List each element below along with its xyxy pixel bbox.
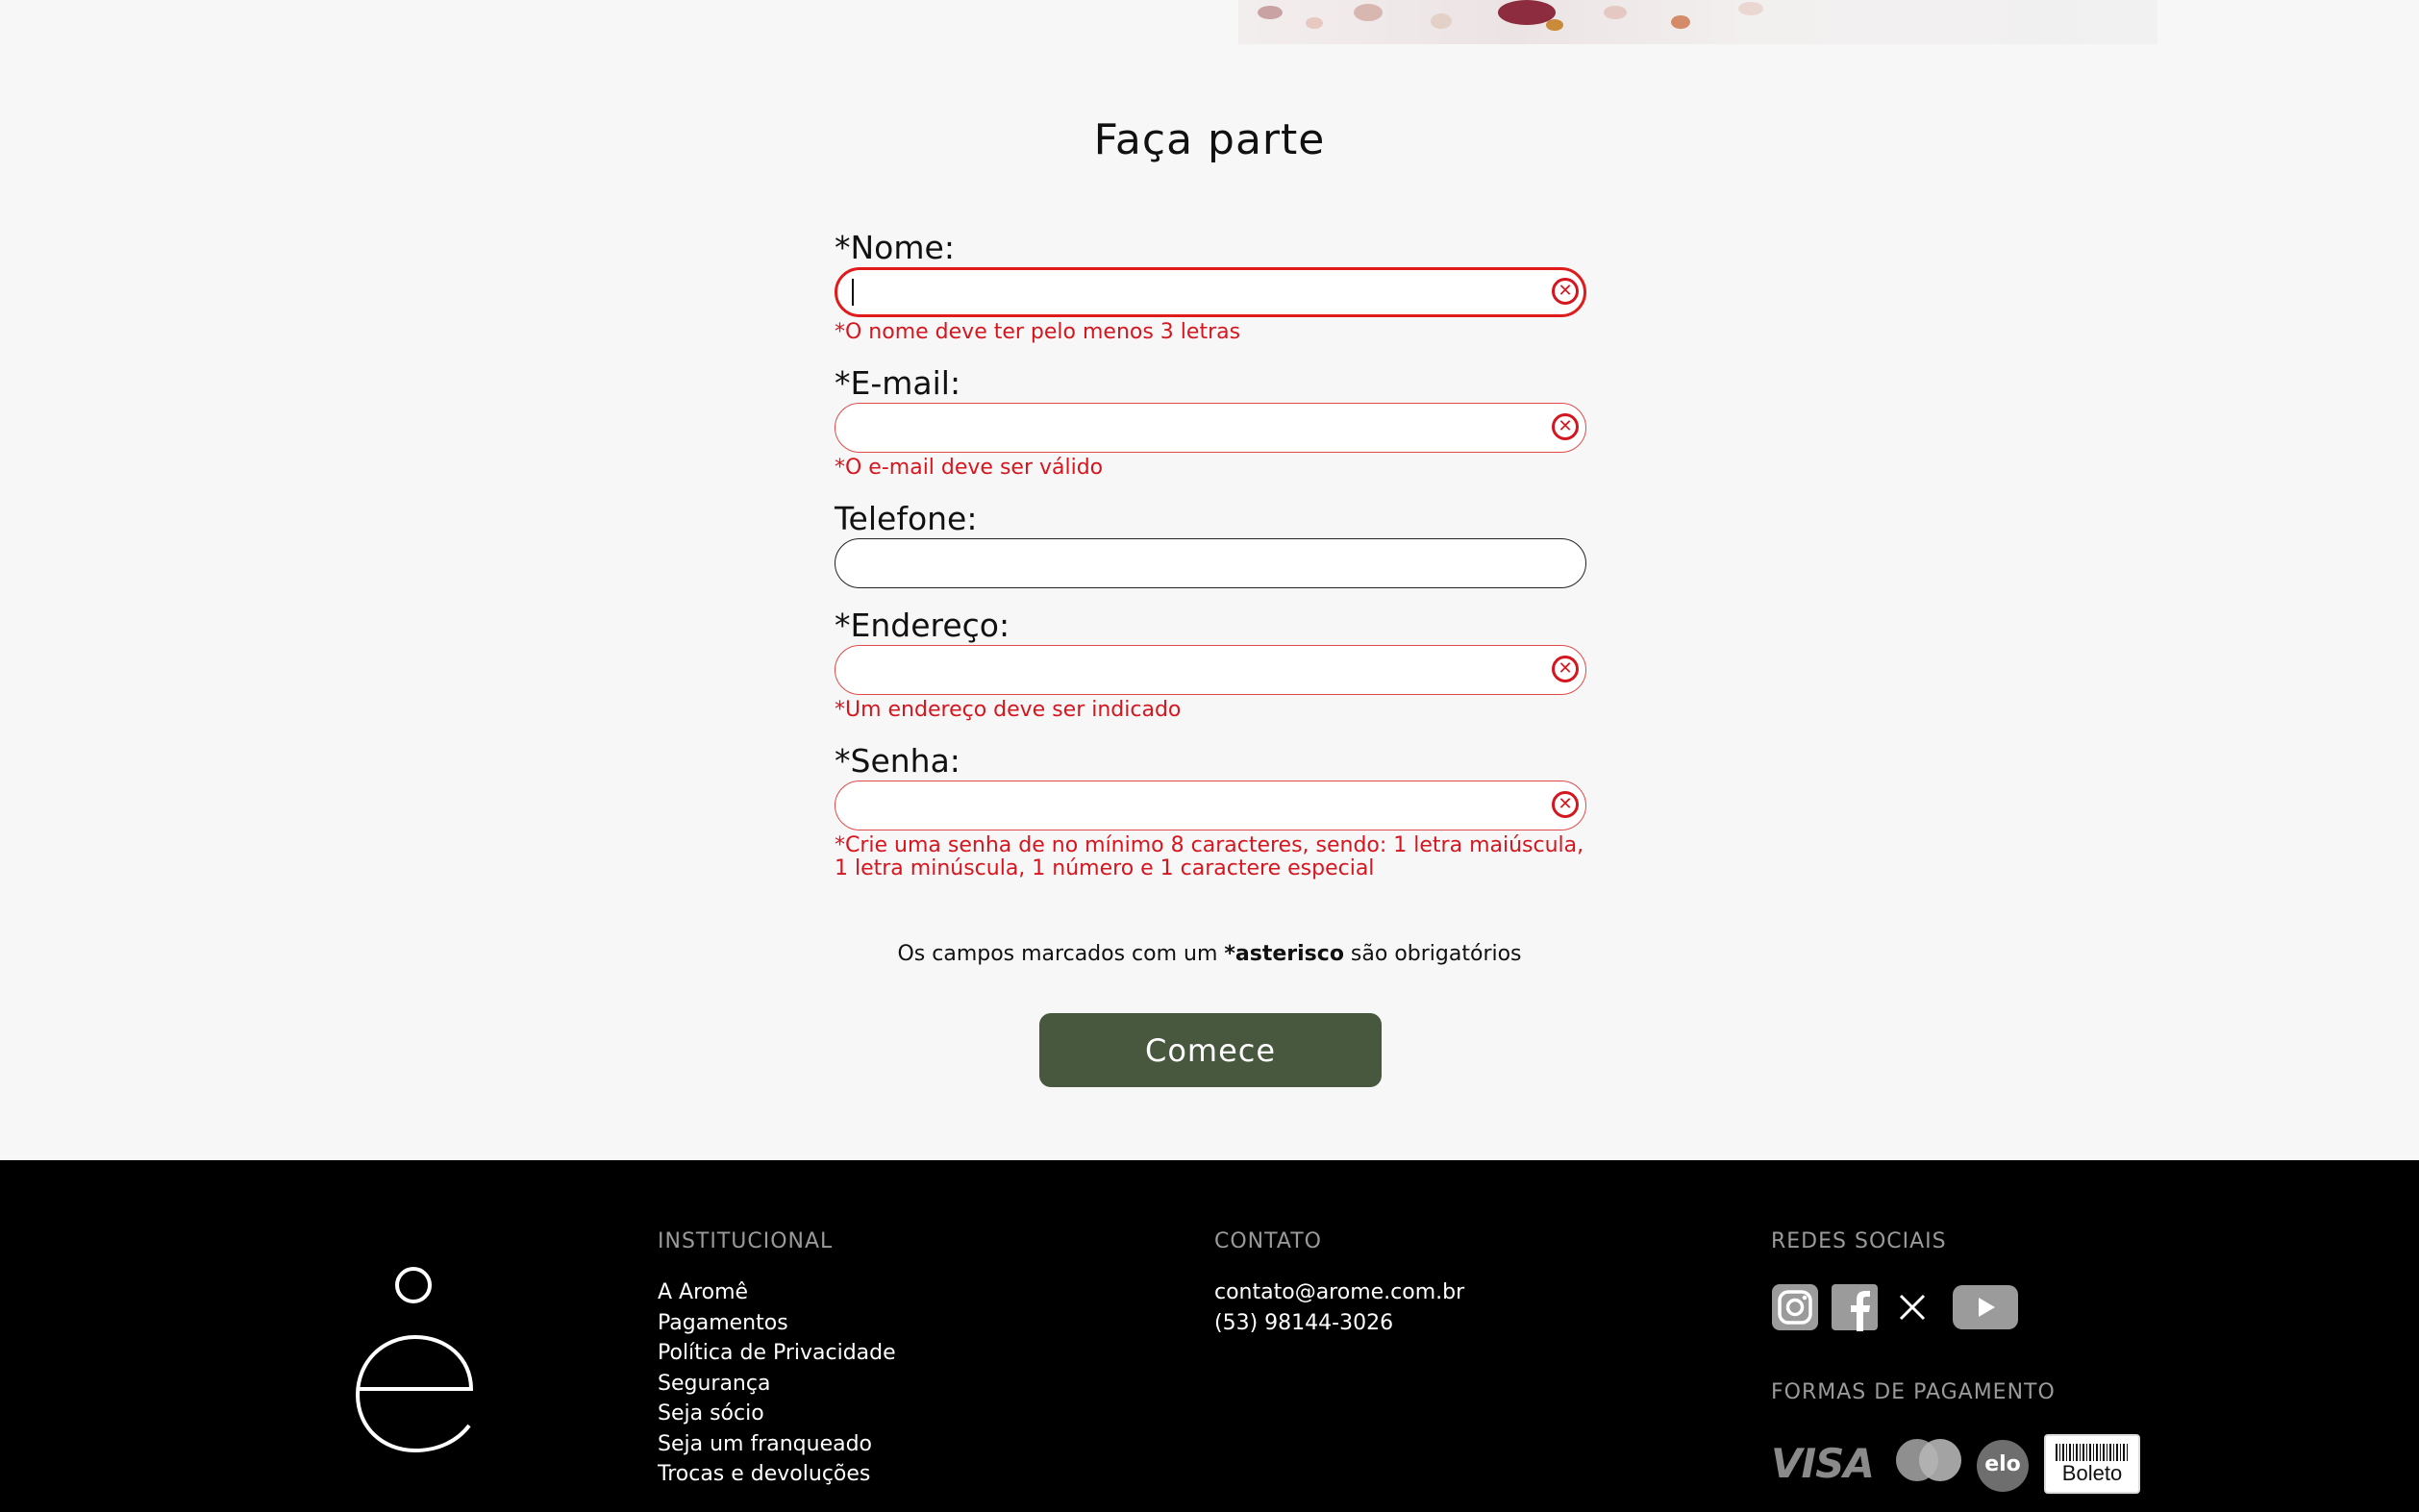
password-label: *Senha: — [835, 742, 960, 780]
footer-link-security[interactable]: Segurança — [658, 1369, 896, 1400]
required-fields-note: Os campos marcados com um *asterisco são… — [0, 942, 2419, 966]
footer-link-privacy[interactable]: Política de Privacidade — [658, 1338, 896, 1369]
text-caret — [852, 279, 854, 306]
phone-field-group: Telefone: — [835, 500, 1586, 588]
institutional-heading: INSTITUCIONAL — [658, 1229, 834, 1253]
youtube-icon[interactable] — [1952, 1283, 2019, 1331]
social-heading: REDES SOCIAIS — [1771, 1229, 1947, 1253]
phone-input[interactable] — [835, 538, 1586, 588]
name-label: *Nome: — [835, 229, 955, 266]
x-icon[interactable] — [1898, 1293, 1927, 1322]
payments-heading: FORMAS DE PAGAMENTO — [1771, 1380, 2056, 1404]
phone-label: Telefone: — [835, 500, 978, 537]
footer-link-returns[interactable]: Trocas e devoluções — [658, 1459, 896, 1490]
barcode-icon — [2056, 1444, 2129, 1461]
error-icon[interactable]: ✕ — [1552, 413, 1579, 440]
mastercard-icon — [1896, 1439, 1961, 1481]
instagram-icon[interactable] — [1771, 1283, 1819, 1331]
footer-link-partner[interactable]: Seja sócio — [658, 1399, 896, 1429]
contact-email[interactable]: contato@arome.com.br — [1214, 1277, 1464, 1308]
boleto-label: Boleto — [2061, 1461, 2123, 1485]
address-label: *Endereço: — [835, 607, 1010, 644]
password-field-group: *Senha: ✕ *Crie uma senha de no mínimo 8… — [835, 742, 1586, 880]
email-error: *O e-mail deve ser válido — [835, 456, 1104, 480]
address-field-group: *Endereço: ✕ *Um endereço deve ser indic… — [835, 607, 1586, 722]
note-suffix: são obrigatórios — [1343, 942, 1522, 966]
address-input[interactable] — [835, 645, 1586, 695]
name-field-group: *Nome: ✕ *O nome deve ter pelo menos 3 l… — [835, 229, 1586, 344]
submit-button[interactable]: Comece — [1039, 1013, 1382, 1087]
hero-image — [1238, 0, 2157, 44]
email-input[interactable] — [835, 403, 1586, 453]
name-input[interactable] — [835, 267, 1586, 317]
footer-link-payments[interactable]: Pagamentos — [658, 1308, 896, 1339]
name-error: *O nome deve ter pelo menos 3 letras — [835, 320, 1241, 344]
footer: INSTITUCIONAL A Aromê Pagamentos Polític… — [0, 1160, 2419, 1512]
visa-logo: VISA — [1771, 1440, 1875, 1487]
arome-logo — [355, 1267, 474, 1453]
password-input[interactable] — [835, 781, 1586, 830]
institutional-links: A Aromê Pagamentos Política de Privacida… — [658, 1277, 896, 1490]
footer-link-franchise[interactable]: Seja um franqueado — [658, 1429, 896, 1460]
page-title: Faça parte — [1093, 115, 1326, 164]
address-error: *Um endereço deve ser indicado — [835, 698, 1182, 722]
error-icon[interactable]: ✕ — [1552, 656, 1579, 682]
note-bold: *asterisco — [1224, 942, 1344, 966]
error-icon[interactable]: ✕ — [1552, 278, 1579, 305]
contact-info: contato@arome.com.br (53) 98144-3026 — [1214, 1277, 1464, 1338]
elo-logo: elo — [1977, 1440, 2029, 1492]
footer-link-about[interactable]: A Aromê — [658, 1277, 896, 1308]
contact-heading: CONTATO — [1214, 1229, 1322, 1253]
facebook-icon[interactable] — [1831, 1283, 1879, 1331]
note-prefix: Os campos marcados com um — [897, 942, 1225, 966]
error-icon[interactable]: ✕ — [1552, 791, 1579, 818]
boleto-logo: Boleto — [2044, 1434, 2140, 1494]
email-label: *E-mail: — [835, 364, 961, 402]
password-error: *Crie uma senha de no mínimo 8 caractere… — [835, 833, 1584, 880]
email-field-group: *E-mail: ✕ *O e-mail deve ser válido — [835, 364, 1586, 480]
contact-phone[interactable]: (53) 98144-3026 — [1214, 1308, 1464, 1339]
